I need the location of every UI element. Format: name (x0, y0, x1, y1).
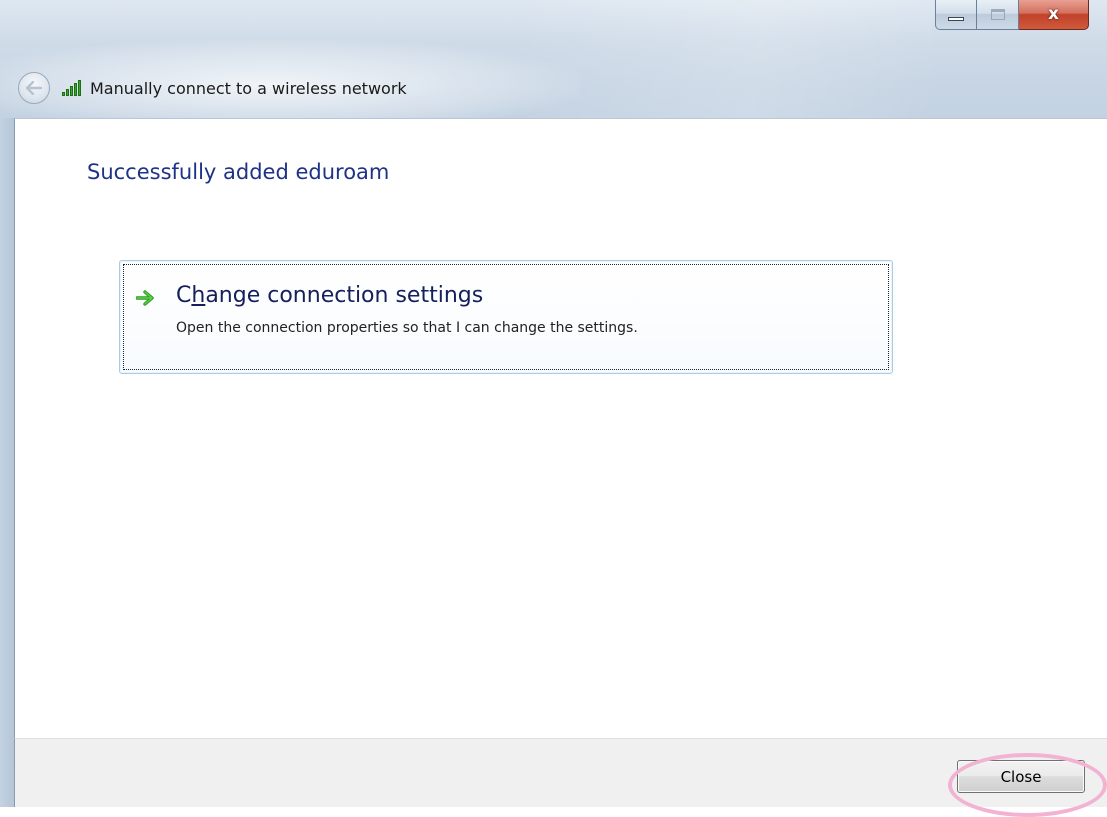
window-frame-left (0, 118, 14, 807)
dialog-footer: Close (14, 738, 1107, 807)
command-link-title: Change connection settings (176, 283, 484, 308)
window-close-button[interactable]: x (1019, 0, 1089, 30)
change-connection-settings-link[interactable]: Change connection settings Open the conn… (119, 260, 893, 374)
dialog-title: Manually connect to a wireless network (90, 78, 407, 98)
nav-row: Manually connect to a wireless network (18, 71, 407, 105)
page-heading: Successfully added eduroam (87, 160, 390, 184)
back-arrow-icon (25, 81, 43, 95)
command-link-description: Open the connection properties so that I… (176, 320, 638, 336)
accelerator-key: h (191, 283, 206, 308)
back-button[interactable] (18, 72, 50, 104)
close-button[interactable]: Close (957, 760, 1085, 793)
dialog-window: x Manually connect to a wireless network… (0, 0, 1107, 817)
focus-rectangle (123, 264, 889, 370)
green-arrow-icon (136, 290, 154, 306)
maximize-icon (990, 9, 1005, 20)
content-area: Successfully added eduroam Change connec… (14, 118, 1107, 738)
wireless-signal-icon (62, 80, 84, 96)
maximize-button[interactable] (977, 0, 1019, 30)
minimize-button[interactable] (935, 0, 977, 30)
close-icon: x (1048, 4, 1059, 24)
title-bar: x Manually connect to a wireless network (0, 0, 1107, 118)
minimize-icon (948, 16, 964, 21)
caption-buttons: x (935, 0, 1089, 32)
